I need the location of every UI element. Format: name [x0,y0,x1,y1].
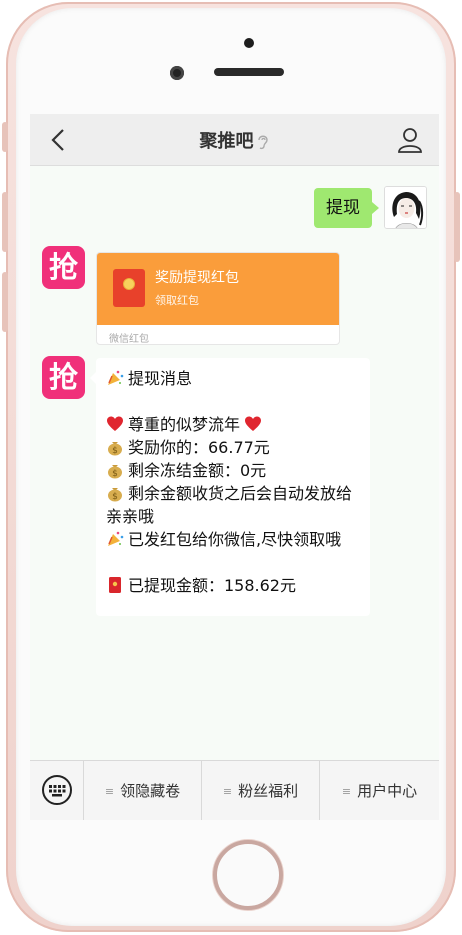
menu-item-label: 用户中心 [357,782,418,800]
my-message-row: 提现 [30,186,439,232]
red-packet-title: 奖励提现红包 [155,270,239,286]
portrait-avatar-icon [385,187,426,228]
red-packet-row: 抢 奖励提现红包 领取红包 微信红包 [30,246,439,346]
ear-icon [257,135,268,150]
notice-line-9: 已提现金额：158.62元 [106,574,360,597]
volume-down-button [2,272,8,332]
nav-bar: 聚推吧 [30,114,439,166]
notice-line-3: 尊重的似梦流年 [106,413,360,436]
menu-item-label: 领隐藏卷 [120,782,181,800]
notice-line-8 [106,551,360,574]
bot-avatar-text: 抢 [48,250,78,284]
money-bag-icon: $ [108,488,122,502]
party-popper-icon [108,531,124,546]
menu-item-label: 粉丝福利 [238,782,299,800]
notice-line-4: $ 奖励你的：66.77元 [106,436,360,459]
notice-message[interactable]: 提现消息 尊重的似梦流年 $ 奖励你的：66.77元 $ 剩余冻结金额：0元 $… [90,358,370,616]
red-packet-footer: 微信红包 [109,334,149,345]
party-popper-icon [108,370,124,385]
red-envelope-icon [113,269,145,307]
money-bag-icon: $ [108,442,122,456]
heart-icon [245,416,262,431]
heart-icon [107,416,123,431]
greeting-text: 尊重的似梦流年 [128,415,241,434]
frozen-amount-text: 剩余冻结金额：0元 [128,461,267,480]
reward-text: 奖励你的：66.77元 [128,438,270,457]
red-packet-card[interactable]: 奖励提现红包 领取红包 微信红包 [96,252,340,345]
menu-item-fan-benefits[interactable]: ≡ 粉丝福利 [202,761,320,820]
notice-line-6: $ 剩余金额收货之后会自动发放给亲亲哦 [106,482,360,528]
notice-title: 提现消息 [128,369,193,388]
user-icon[interactable] [397,126,423,154]
my-message-text: 提现 [326,198,360,218]
bottom-menu-bar: ≡ 领隐藏卷 ≡ 粉丝福利 ≡ 用户中心 [30,760,439,820]
keyboard-toggle-button[interactable] [30,761,84,820]
sent-red-packet-text: 已发红包给你微信,尽快领取哦 [128,530,342,549]
mute-switch [2,122,8,152]
coin-icon [123,278,135,290]
menu-item-user-center[interactable]: ≡ 用户中心 [320,761,439,820]
notice-line-7: 已发红包给你微信,尽快领取哦 [106,528,360,551]
menu-lines-icon: ≡ [104,785,115,798]
page-title-text: 聚推吧 [199,131,254,152]
menu-item-hidden-coupon[interactable]: ≡ 领隐藏卷 [84,761,202,820]
withdrawn-amount-text: 已提现金额：158.62元 [128,576,296,595]
svg-text:$: $ [112,446,118,456]
volume-up-button [2,192,8,252]
chat-screen: 聚推吧 提现 抢 奖励提现红包 领取红包 微信红包 抢 提现消息 尊重的似梦流年… [30,114,439,820]
menu-lines-icon: ≡ [222,785,233,798]
page-title: 聚推吧 [30,127,439,153]
power-button [454,192,460,262]
notice-row: 抢 提现消息 尊重的似梦流年 $ 奖励你的：66.77元 $ 剩余冻结金额：0元… [30,356,439,618]
earpiece-speaker [214,68,284,76]
my-message-bubble[interactable]: 提现 [314,188,379,228]
svg-text:$: $ [112,469,118,479]
home-button[interactable] [213,840,283,910]
bot-avatar[interactable]: 抢 [42,246,85,289]
notice-line-5: $ 剩余冻结金额：0元 [106,459,360,482]
bot-avatar-text-2: 抢 [48,360,78,394]
red-envelope-icon [109,577,121,593]
red-packet-subtitle: 领取红包 [155,294,199,307]
menu-lines-icon: ≡ [341,785,352,798]
my-avatar[interactable] [384,186,427,229]
keyboard-icon [42,775,72,805]
camera-dot [244,38,254,48]
svg-text:$: $ [112,492,118,502]
money-bag-icon: $ [108,465,122,479]
remaining-amount-text: 剩余金额收货之后会自动发放给亲亲哦 [106,484,353,526]
bot-avatar-2[interactable]: 抢 [42,356,85,399]
red-packet-header: 奖励提现红包 领取红包 [97,253,339,325]
notice-line-1: 提现消息 [106,367,360,390]
front-camera [170,66,184,80]
notice-line-2 [106,390,360,413]
